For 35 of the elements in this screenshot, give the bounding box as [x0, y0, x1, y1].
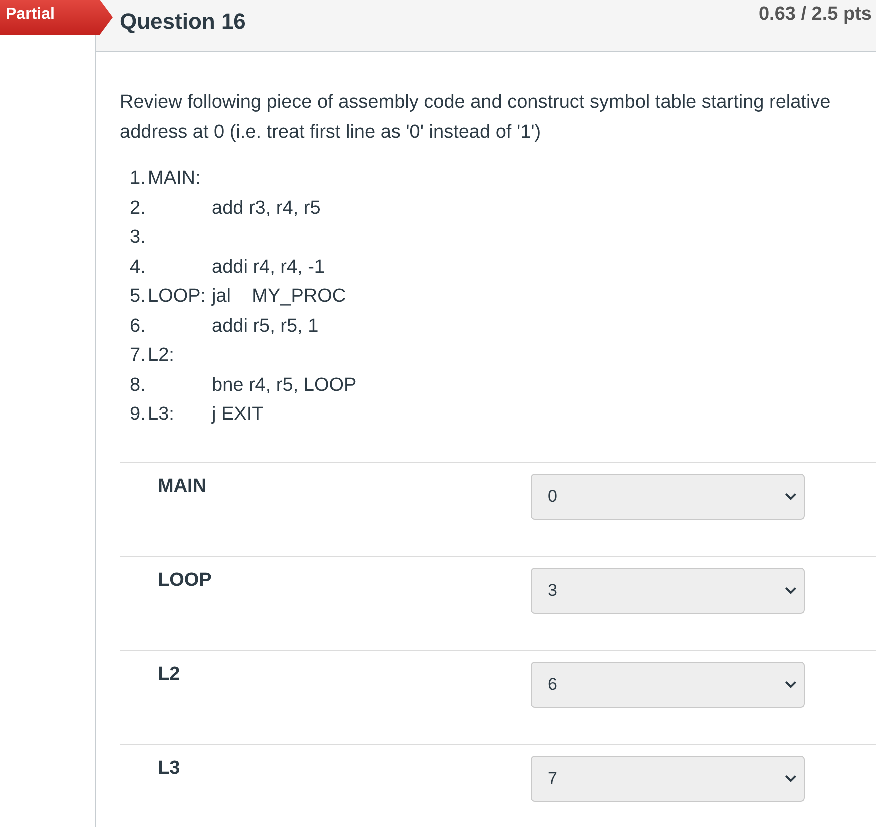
line-number: 8.	[130, 374, 146, 398]
score-text: 0.63 / 2.5 pts	[758, 4, 872, 26]
answer-dropdown[interactable]: 6	[531, 662, 805, 708]
line-number: 1.	[130, 167, 146, 191]
code-instruction: addi r5, r5, 1	[212, 314, 319, 338]
code-instruction: jal MY_PROC	[212, 285, 346, 309]
line-number: 2.	[130, 196, 146, 220]
answer-label: LOOP	[158, 570, 212, 592]
code-instruction: add r3, r4, r5	[212, 196, 321, 220]
answer-label: L2	[158, 664, 180, 686]
line-number: 5.	[130, 285, 146, 309]
code-label: L3:	[148, 403, 174, 427]
prompt-text: Review following piece of assembly code and construct symbol table starting relative address at 0 (i.e. treat first line as '0' instead of '1')	[120, 91, 832, 145]
line-number: 3.	[130, 226, 146, 250]
answer-label: MAIN	[158, 476, 207, 498]
answer-label: L3	[158, 758, 180, 780]
line-number: 7.	[130, 344, 146, 368]
status-ribbon: Partial	[0, 0, 113, 35]
chevron-down-icon	[785, 774, 797, 782]
chevron-down-icon	[785, 680, 797, 688]
chevron-down-icon	[785, 586, 797, 594]
chevron-down-icon	[785, 492, 797, 500]
code-instruction: j EXIT	[212, 403, 264, 427]
code-label: MAIN:	[148, 167, 201, 191]
code-instruction: addi r4, r4, -1	[212, 256, 325, 280]
line-number: 4.	[130, 256, 146, 280]
answer-dropdown[interactable]: 0	[531, 474, 805, 520]
code-label: LOOP:	[148, 285, 206, 309]
line-number: 9.	[130, 403, 146, 427]
line-number: 6.	[130, 314, 146, 338]
code-label: L2:	[148, 344, 174, 368]
code-instruction: bne r4, r5, LOOP	[212, 374, 357, 398]
answer-dropdown[interactable]: 7	[531, 756, 805, 802]
answer-dropdown[interactable]: 3	[531, 568, 805, 614]
question-title: Question 16	[120, 9, 246, 35]
